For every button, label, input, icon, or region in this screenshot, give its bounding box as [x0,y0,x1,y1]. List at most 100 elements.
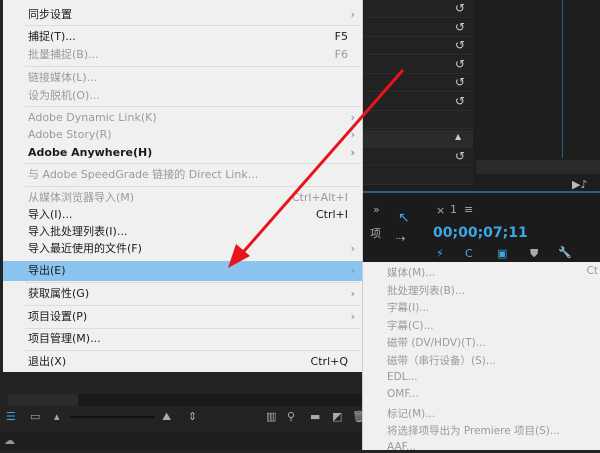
menu-item[interactable]: 项目设置(P) › [3,308,363,326]
menu-item[interactable]: Adobe Story(R) › [3,126,363,144]
timecode-display[interactable]: 00;00;07;11 [433,225,528,241]
menu-item-label: 链接媒体(L)... [28,71,98,84]
menu-separator [25,66,360,67]
menu-item[interactable]: 批量捕捉(B)... F6 [3,46,363,64]
menu-item[interactable]: 同步设置 › [3,6,363,24]
menu-separator [25,305,360,306]
sync-lock-icon[interactable]: ↺ [455,149,465,163]
menu-item[interactable]: 导出(E) › [3,261,363,281]
menu-item-label: 设为脱机(O)... [28,89,100,102]
chevron-right-icon: › [350,8,355,21]
automate-icon[interactable]: ▥ [266,410,276,423]
menu-item[interactable]: 从媒体浏览器导入(M) Ctrl+Alt+I [3,189,363,207]
menu-item[interactable]: 退出(X) Ctrl+Q [3,353,363,371]
menu-item[interactable]: 项目管理(M)... [3,330,363,348]
menu-item-label: 项目管理(M)... [28,332,101,345]
menu-item-shortcut: F6 [334,48,348,61]
menu-item-shortcut: Ctrl+I [315,208,348,221]
expand-panels-icon[interactable]: » [373,203,380,216]
menu-separator [25,328,360,329]
track-select-tool-icon[interactable]: ⇢ [396,232,405,245]
menu-item[interactable]: Adobe Anywhere(H) › [3,144,363,162]
sync-lock-icon[interactable]: ↺ [455,20,465,34]
sync-lock-icon[interactable]: ↺ [455,1,465,15]
menu-separator [25,25,360,26]
submenu-item[interactable]: AAF... [387,441,416,453]
menu-item-label: 与 Adobe SpeedGrade 链接的 Direct Link... [28,168,259,181]
tab-menu-icon[interactable]: ≡ [464,203,473,216]
menu-item[interactable]: Adobe Dynamic Link(K) › [3,109,363,127]
sync-lock-icon[interactable]: ↺ [455,75,465,89]
sync-lock-icon[interactable]: ↺ [455,38,465,52]
close-tab-icon[interactable]: × [436,204,445,217]
marker-icon[interactable]: ⛊ [530,247,538,261]
submenu-item[interactable]: 批处理列表(B)... [387,283,465,298]
add-marker-icon[interactable]: ▣ [497,247,507,260]
zoom-in-icon[interactable]: ⛰ [162,410,171,424]
submenu-item[interactable]: 字幕(C)... [387,318,434,333]
scrollbar-thumb[interactable] [8,394,78,406]
status-bar: ☁ [0,432,363,450]
linked-selection-icon[interactable]: C [465,247,473,260]
submenu-item[interactable]: 字幕(I)... [387,300,429,315]
menu-item[interactable]: 获取属性(G) › [3,285,363,303]
collapse-icon[interactable]: ▲ [455,132,461,141]
zoom-slider[interactable] [70,410,155,418]
new-bin-icon[interactable]: ▬ [310,410,320,423]
menu-item-label: Adobe Anywhere(H) [28,146,153,159]
chevron-right-icon: › [350,264,355,277]
export-submenu: Ct 媒体(M)... 批处理列表(B)... 字幕(I)... 字幕(C)... 磁带… [362,262,600,453]
menu-item[interactable]: 导入批处理列表(I)... [3,223,363,241]
sync-lock-icon[interactable]: ↺ [455,94,465,108]
chevron-right-icon: › [350,146,355,159]
menu-item[interactable]: 导入(I)... Ctrl+I [3,206,363,224]
playhead-line [562,0,563,158]
selection-tool-icon[interactable]: ↖ [398,210,410,226]
menu-item[interactable]: 与 Adobe SpeedGrade 链接的 Direct Link... [3,166,363,184]
menu-separator [25,282,360,283]
menu-separator [25,106,360,107]
snap-icon[interactable]: ⚡ [436,247,444,260]
icon-view-icon[interactable]: ▭ [30,410,40,423]
menu-separator [25,350,360,351]
menu-item-label: 导入最近使用的文件(F) [28,242,142,255]
submenu-item[interactable]: EDL... [387,371,418,383]
submenu-item[interactable]: 磁带 (DV/HDV)(T)... [387,335,486,350]
submenu-item[interactable]: 媒体(M)... [387,265,435,280]
horizontal-scrollbar[interactable] [476,160,600,174]
new-item-icon[interactable]: ◩ [332,410,342,423]
sync-lock-icon[interactable]: ↺ [455,57,465,71]
menu-item[interactable]: 设为脱机(O)... [3,87,363,105]
submenu-item[interactable]: 标记(M)... [387,406,435,421]
sort-icon[interactable]: ⇕ [188,410,197,423]
menu-item-label: 获取属性(G) [28,287,90,300]
menu-item[interactable]: 链接媒体(L)... [3,69,363,87]
chevron-right-icon: › [350,111,355,124]
menu-item-shortcut: F5 [334,30,348,43]
menu-item-label: 项目设置(P) [28,310,88,323]
submenu-item[interactable]: 磁带（串行设备）(S)... [387,353,496,368]
zoom-out-icon[interactable]: ▴ [54,410,60,423]
audio-play-icon[interactable]: ▶♪ [572,178,587,191]
menu-separator [25,163,360,164]
submenu-shortcut: Ct [586,265,598,277]
chevron-right-icon: › [350,310,355,323]
menu-item-label: 导入(I)... [28,208,73,221]
submenu-item[interactable]: 将选择项导出为 Premiere 项目(S)... [387,423,560,438]
track-row [363,166,473,185]
menu-item-label: Adobe Story(R) [28,128,112,141]
panel-divider [363,191,600,193]
menu-item-label: 同步设置 [28,8,72,21]
search-icon[interactable]: ⚲ [287,410,295,423]
menu-item-label: 导出(E) [28,264,66,277]
submenu-item[interactable]: OMF... [387,388,419,400]
creative-cloud-icon[interactable]: ☁ [4,434,15,447]
menu-separator [25,186,360,187]
menu-item-label: 捕捉(T)... [28,30,76,43]
chevron-right-icon: › [350,128,355,141]
list-view-icon[interactable]: ☰ [6,410,16,423]
menu-item[interactable]: 捕捉(T)... F5 [3,28,363,46]
sequence-tab[interactable]: 1 [450,203,457,216]
menu-item[interactable]: 导入最近使用的文件(F) › [3,240,363,258]
wrench-icon[interactable]: 🔧 [558,246,572,259]
